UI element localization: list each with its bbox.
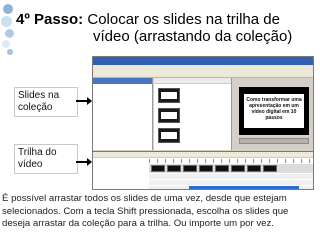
collection-pane bbox=[154, 78, 232, 150]
preview-controls bbox=[239, 138, 309, 144]
video-track-lane bbox=[149, 164, 313, 173]
decorative-dot bbox=[5, 29, 14, 38]
preview-header bbox=[233, 78, 313, 84]
arrow-icon bbox=[76, 97, 92, 105]
task-group bbox=[95, 86, 150, 100]
timeline-clip bbox=[247, 165, 261, 172]
movie-maker-screenshot: Como transformar uma apresentação em um … bbox=[92, 56, 314, 190]
task-group bbox=[95, 117, 150, 126]
timeline-clip bbox=[215, 165, 229, 172]
callout-slides-collection: Slides na coleção bbox=[14, 87, 78, 117]
task-item bbox=[95, 111, 150, 116]
decorative-dot bbox=[2, 40, 10, 48]
app-toolbar bbox=[93, 71, 313, 78]
timeline-pane bbox=[93, 151, 313, 189]
task-group bbox=[95, 102, 150, 116]
title-step: 4º Passo: bbox=[16, 11, 84, 28]
timeline-clip bbox=[167, 165, 181, 172]
timeline-clip bbox=[199, 165, 213, 172]
timeline-clip bbox=[231, 165, 245, 172]
slide-title: 4º Passo: Colocar os slides na trilha de… bbox=[16, 11, 320, 45]
slide-description: É possível arrastar todos os slides de u… bbox=[2, 193, 289, 230]
preview-slide-text: Como transformar uma apresentação em um … bbox=[244, 94, 304, 128]
slide-thumbnail-icon bbox=[158, 128, 180, 143]
audio-track bbox=[93, 180, 313, 185]
task-item bbox=[95, 122, 150, 127]
slide-thumbnail-icon bbox=[158, 108, 180, 123]
slide-thumbnail-icon bbox=[158, 88, 180, 103]
title-line-1: Colocar os slides na trilha de bbox=[83, 11, 280, 28]
task-item bbox=[95, 95, 150, 100]
callout-video-track: Trilha do vídeo bbox=[14, 144, 78, 174]
movie-tasks-pane bbox=[93, 78, 153, 150]
preview-pane: Como transformar uma apresentação em um … bbox=[233, 78, 313, 150]
decorative-dot bbox=[1, 16, 12, 27]
collection-header bbox=[154, 78, 231, 84]
arrow-icon bbox=[76, 158, 92, 166]
video-track bbox=[93, 164, 313, 173]
transition-track bbox=[93, 174, 313, 179]
preview-monitor: Como transformar uma apresentação em um … bbox=[239, 87, 309, 135]
timeline-clip bbox=[263, 165, 277, 172]
app-title-bar bbox=[93, 57, 313, 65]
timeline-ruler bbox=[149, 159, 313, 163]
decorative-dot bbox=[3, 4, 13, 14]
tasks-pane-header bbox=[93, 78, 152, 84]
timeline-clip bbox=[183, 165, 197, 172]
timeline-clip bbox=[151, 165, 165, 172]
decorative-dot bbox=[7, 49, 13, 55]
decorative-bullets bbox=[1, 2, 15, 58]
timeline-toolbar bbox=[93, 152, 313, 158]
title-line-2: vídeo (arrastando da coleção) bbox=[93, 28, 293, 45]
timeline-scrollbar bbox=[189, 186, 299, 189]
